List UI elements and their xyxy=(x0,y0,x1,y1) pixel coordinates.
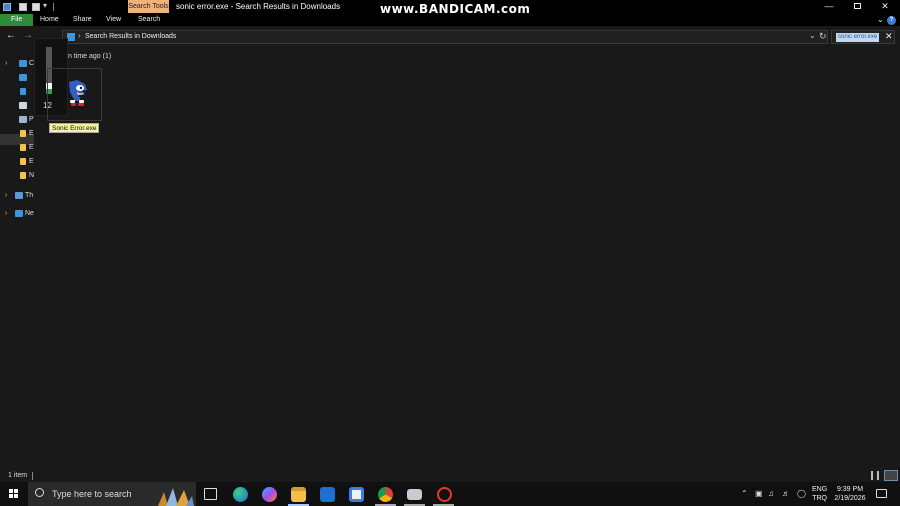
file-item[interactable] xyxy=(47,68,102,121)
window-title: sonic error.exe - Search Results in Down… xyxy=(176,2,341,11)
search-tools-tab[interactable]: Search Tools xyxy=(128,0,169,13)
start-button[interactable] xyxy=(9,489,19,499)
clock-time: 9:39 PM xyxy=(836,486,864,493)
explorer-app-icon[interactable] xyxy=(3,3,11,11)
refresh-icon[interactable]: ↻ xyxy=(819,31,827,42)
address-row: ← → › Search Results in Downloads ⌄ ↻ so… xyxy=(0,29,900,45)
clock-date: 2/19/2026 xyxy=(834,495,866,502)
address-bar[interactable]: › Search Results in Downloads ⌄ ↻ xyxy=(62,30,828,44)
nav-item-folder-3[interactable]: E xyxy=(29,158,34,165)
expand-ribbon-icon[interactable]: ⌄ xyxy=(877,15,884,24)
ribbon-tab-bar: File Home Share View Search ⌄ ? xyxy=(0,14,900,26)
notification-center-icon[interactable] xyxy=(876,489,887,498)
details-view-icon[interactable] xyxy=(871,471,879,480)
group-header[interactable]: n time ago (1) xyxy=(68,53,111,60)
nav-item-pictures[interactable]: P xyxy=(29,116,34,123)
search-results-location-icon xyxy=(67,33,75,41)
expand-arrow-icon[interactable]: › xyxy=(5,210,7,217)
customize-quick-access-icon[interactable]: ▾ xyxy=(43,1,47,10)
navigation-pane[interactable]: › C P E E E N › Th › Ne xyxy=(0,48,34,468)
documents-icon[interactable] xyxy=(19,102,27,109)
nav-item-folder-1[interactable]: E xyxy=(29,130,34,137)
new-folder-quick-icon[interactable] xyxy=(32,3,40,11)
keyboard-layout: TRQ xyxy=(812,495,827,502)
taskbar-search-placeholder[interactable]: Type here to search xyxy=(52,489,132,499)
maximize-button[interactable] xyxy=(843,0,871,14)
this-pc-icon[interactable] xyxy=(15,192,23,199)
tab-home[interactable]: Home xyxy=(34,14,65,26)
file-name-label[interactable]: Sonic Error.exe xyxy=(49,123,100,133)
properties-quick-icon[interactable] xyxy=(19,3,27,11)
help-icon[interactable]: ? xyxy=(887,16,896,25)
download-icon[interactable] xyxy=(20,88,26,95)
folder-icon[interactable] xyxy=(20,158,26,165)
outlook-icon[interactable] xyxy=(320,487,335,502)
desktop-icon[interactable] xyxy=(19,74,27,81)
network-icon[interactable] xyxy=(15,210,23,217)
status-divider xyxy=(32,472,33,480)
forward-arrow-icon[interactable]: → xyxy=(23,30,33,41)
nav-item-this-pc[interactable]: Th xyxy=(25,192,34,199)
file-explorer-icon[interactable] xyxy=(291,487,306,502)
search-box[interactable]: sonic error.exe ✕ xyxy=(831,30,895,44)
explorer-drive-icon[interactable] xyxy=(407,489,422,500)
nav-item-music[interactable]: N xyxy=(29,172,34,179)
address-dropdown-icon[interactable]: ⌄ xyxy=(809,31,816,40)
expand-arrow-icon[interactable]: › xyxy=(5,192,7,199)
title-bar: ▾ Search Tools sonic error.exe - Search … xyxy=(0,0,900,16)
item-count: 1 item xyxy=(8,472,28,479)
nav-item-folder-2[interactable]: E xyxy=(29,144,34,151)
language-indicator[interactable]: ENG TRQ xyxy=(812,485,827,503)
pictures-icon[interactable] xyxy=(19,116,27,123)
tab-view[interactable]: View xyxy=(100,14,127,26)
maximize-icon xyxy=(853,3,861,9)
volume-icon[interactable]: ♬ xyxy=(782,489,790,498)
star-icon[interactable] xyxy=(19,60,27,67)
search-highlight-art-icon xyxy=(158,488,194,506)
edge-icon[interactable] xyxy=(233,487,248,502)
tab-share[interactable]: Share xyxy=(67,14,98,26)
breadcrumb-chevron-icon[interactable]: › xyxy=(78,31,81,40)
folder-icon[interactable] xyxy=(20,130,26,137)
search-input[interactable]: sonic error.exe xyxy=(836,33,880,42)
task-view-icon[interactable] xyxy=(204,488,217,500)
breadcrumb[interactable]: Search Results in Downloads xyxy=(85,33,176,40)
folder-icon[interactable] xyxy=(20,172,26,179)
language-code: ENG xyxy=(812,486,828,493)
expand-arrow-icon[interactable]: › xyxy=(5,60,7,67)
close-button[interactable]: ✕ xyxy=(871,0,899,14)
search-icon xyxy=(35,488,44,497)
clear-search-icon[interactable]: ✕ xyxy=(885,31,893,42)
taskbar-search-box[interactable]: Type here to search xyxy=(28,482,196,506)
sonic-icon xyxy=(69,80,87,106)
copilot-icon[interactable] xyxy=(262,487,277,502)
minimize-button[interactable]: — xyxy=(815,0,843,14)
chrome-icon[interactable] xyxy=(378,487,393,502)
bandicam-icon[interactable] xyxy=(437,487,452,502)
meet-now-icon[interactable]: ▣ xyxy=(755,489,763,498)
show-hidden-icons-icon[interactable]: ⌃ xyxy=(741,489,748,498)
quick-access-divider xyxy=(53,3,54,11)
taskbar: Type here to search ⌃ ▣ ♫ ♬ ◯ ENG TRQ 9:… xyxy=(0,482,900,506)
large-icons-view-icon[interactable] xyxy=(884,470,898,481)
clock[interactable]: 9:39 PM 2/19/2026 xyxy=(832,485,868,503)
tab-search[interactable]: Search xyxy=(132,14,166,26)
folder-icon[interactable] xyxy=(20,144,26,151)
network-wifi-icon[interactable]: ◯ xyxy=(797,489,806,498)
tab-file[interactable]: File xyxy=(0,14,33,26)
store-icon[interactable] xyxy=(349,487,364,502)
audio-muted-icon[interactable]: ♫ xyxy=(768,489,774,498)
status-bar: 1 item xyxy=(0,470,900,482)
nav-item-network[interactable]: Ne xyxy=(25,210,34,217)
back-arrow-icon[interactable]: ← xyxy=(6,30,16,41)
